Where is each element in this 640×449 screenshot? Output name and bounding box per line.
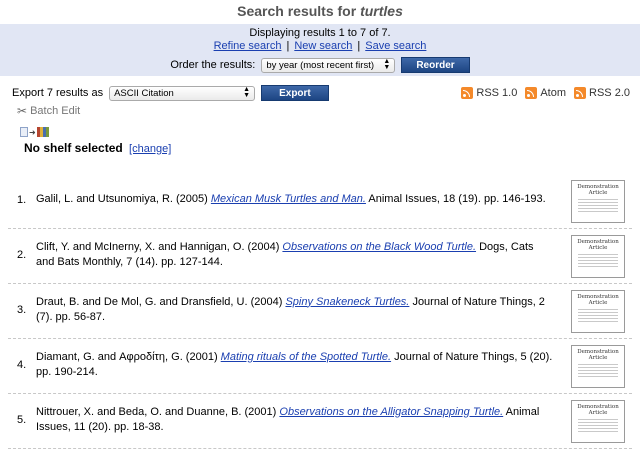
result-citation: Diamant, G. and Αφροδίτη, G. (2001) Mati… xyxy=(36,339,554,390)
thumb-label: Article xyxy=(588,190,608,196)
thumb-text-lines xyxy=(578,199,618,213)
batch-edit-label: Batch Edit xyxy=(30,105,81,117)
result-citation: Clift, Y. and McInerny, X. and Hannigan,… xyxy=(36,229,554,280)
rss-icon xyxy=(574,87,587,99)
result-item: 5. Nittrouer, X. and Beda, O. and Duanne… xyxy=(8,394,632,449)
thumb-label: Article xyxy=(588,355,608,361)
result-thumbnail[interactable]: Demonstration Article xyxy=(571,400,625,443)
rss-icon xyxy=(461,87,474,99)
thumb-label: Article xyxy=(588,300,608,306)
export-button[interactable]: Export xyxy=(261,85,329,101)
select-arrows-icon: ▲ ▼ xyxy=(383,58,391,71)
result-authors: Diamant, G. and Αφροδίτη, G. (2001) xyxy=(36,350,218,363)
select-arrows-icon: ▲ ▼ xyxy=(243,86,251,99)
result-source: Animal Issues, 18 (19). pp. 146-193. xyxy=(368,193,546,205)
result-item: 2. Clift, Y. and McInerny, X. and Hannig… xyxy=(8,229,632,284)
thumb-text-lines xyxy=(578,419,618,433)
result-authors: Clift, Y. and McInerny, X. and Hannigan,… xyxy=(36,240,280,253)
link-separator: | xyxy=(286,40,290,52)
result-citation: Nittrouer, X. and Beda, O. and Duanne, B… xyxy=(36,394,554,445)
displaying-results-text: Displaying results 1 to 7 of 7. xyxy=(249,27,391,39)
arrow-right-icon: ➜ xyxy=(29,127,36,137)
results-list: 1. Galil, L. and Utsunomiya, R. (2005) M… xyxy=(8,174,632,449)
refine-search-link[interactable]: Refine search xyxy=(214,40,282,52)
feed-label: RSS 1.0 xyxy=(476,87,518,99)
rss2-feed-link[interactable]: RSS 2.0 xyxy=(574,87,630,99)
batch-edit-link[interactable]: ✂ Batch Edit xyxy=(17,104,80,118)
thumb-text-lines xyxy=(578,254,618,268)
link-separator: | xyxy=(357,40,361,52)
result-title-link[interactable]: Observations on the Alligator Snapping T… xyxy=(279,406,503,418)
result-number: 1. xyxy=(17,193,27,206)
result-thumbnail[interactable]: Demonstration Article xyxy=(571,235,625,278)
result-citation: Draut, B. and De Mol, G. and Dransfield,… xyxy=(36,284,554,335)
new-search-link[interactable]: New search xyxy=(294,40,352,52)
search-controls-panel: Displaying results 1 to 7 of 7. Refine s… xyxy=(0,24,640,76)
shelf-icons: ➜ xyxy=(20,127,49,137)
result-authors: Draut, B. and De Mol, G. and Dransfield,… xyxy=(36,295,283,308)
rss-icon xyxy=(525,87,538,99)
search-query: turtles xyxy=(360,3,403,19)
result-item: 1. Galil, L. and Utsunomiya, R. (2005) M… xyxy=(8,174,632,229)
order-select[interactable]: by year (most recent first) ▲ ▼ xyxy=(261,57,396,73)
search-links: Refine search | New search | Save search xyxy=(0,40,640,53)
result-number: 5. xyxy=(17,413,27,426)
thumb-label: Article xyxy=(588,410,608,416)
result-thumbnail[interactable]: Demonstration Article xyxy=(571,345,625,388)
tools-icon: ✂ xyxy=(17,104,28,118)
rss1-feed-link[interactable]: RSS 1.0 xyxy=(461,87,517,99)
export-format-select[interactable]: ASCII Citation ▲ ▼ xyxy=(109,85,256,101)
export-row: Export 7 results as ASCII Citation ▲ ▼ Ex… xyxy=(12,84,630,102)
result-title-link[interactable]: Spiny Snakeneck Turtles. xyxy=(285,296,409,308)
result-thumbnail[interactable]: Demonstration Article xyxy=(571,290,625,333)
atom-feed-link[interactable]: Atom xyxy=(525,87,566,99)
reorder-button[interactable]: Reorder xyxy=(401,57,470,73)
feed-label: RSS 2.0 xyxy=(589,87,630,99)
result-authors: Galil, L. and Utsunomiya, R. (2005) xyxy=(36,193,208,205)
thumb-label: Article xyxy=(588,245,608,251)
change-shelf-link[interactable]: [change] xyxy=(129,143,171,155)
thumb-text-lines xyxy=(578,309,618,323)
result-title-link[interactable]: Observations on the Black Wood Turtle. xyxy=(282,241,476,253)
document-icon xyxy=(20,127,28,137)
bookshelf-icon xyxy=(36,127,49,137)
result-item: 3. Draut, B. and De Mol, G. and Dransfie… xyxy=(8,284,632,339)
shelf-status: No shelf selected [change] xyxy=(24,141,171,155)
result-title-link[interactable]: Mating rituals of the Spotted Turtle. xyxy=(221,351,391,363)
order-row: Order the results: by year (most recent … xyxy=(0,57,640,73)
export-label: Export 7 results as xyxy=(12,87,104,99)
order-select-value: by year (most recent first) xyxy=(266,59,375,71)
page-title: Search results for turtles xyxy=(0,0,640,24)
page-title-prefix: Search results for xyxy=(237,3,357,19)
export-format-value: ASCII Citation xyxy=(114,87,174,99)
save-search-link[interactable]: Save search xyxy=(365,40,426,52)
result-number: 4. xyxy=(17,358,27,371)
thumb-text-lines xyxy=(578,364,618,378)
result-authors: Nittrouer, X. and Beda, O. and Duanne, B… xyxy=(36,405,277,418)
result-number: 3. xyxy=(17,303,27,316)
result-item: 4. Diamant, G. and Αφροδίτη, G. (2001) M… xyxy=(8,339,632,394)
result-title-link[interactable]: Mexican Musk Turtles and Man. xyxy=(211,193,366,205)
feeds: RSS 1.0 Atom RSS 2.0 xyxy=(461,87,630,99)
result-citation: Galil, L. and Utsunomiya, R. (2005) Mexi… xyxy=(36,174,554,225)
result-thumbnail[interactable]: Demonstration Article xyxy=(571,180,625,223)
result-number: 2. xyxy=(17,248,27,261)
feed-label: Atom xyxy=(540,87,567,99)
order-label: Order the results: xyxy=(170,59,256,71)
shelf-label: No shelf selected xyxy=(24,141,123,155)
